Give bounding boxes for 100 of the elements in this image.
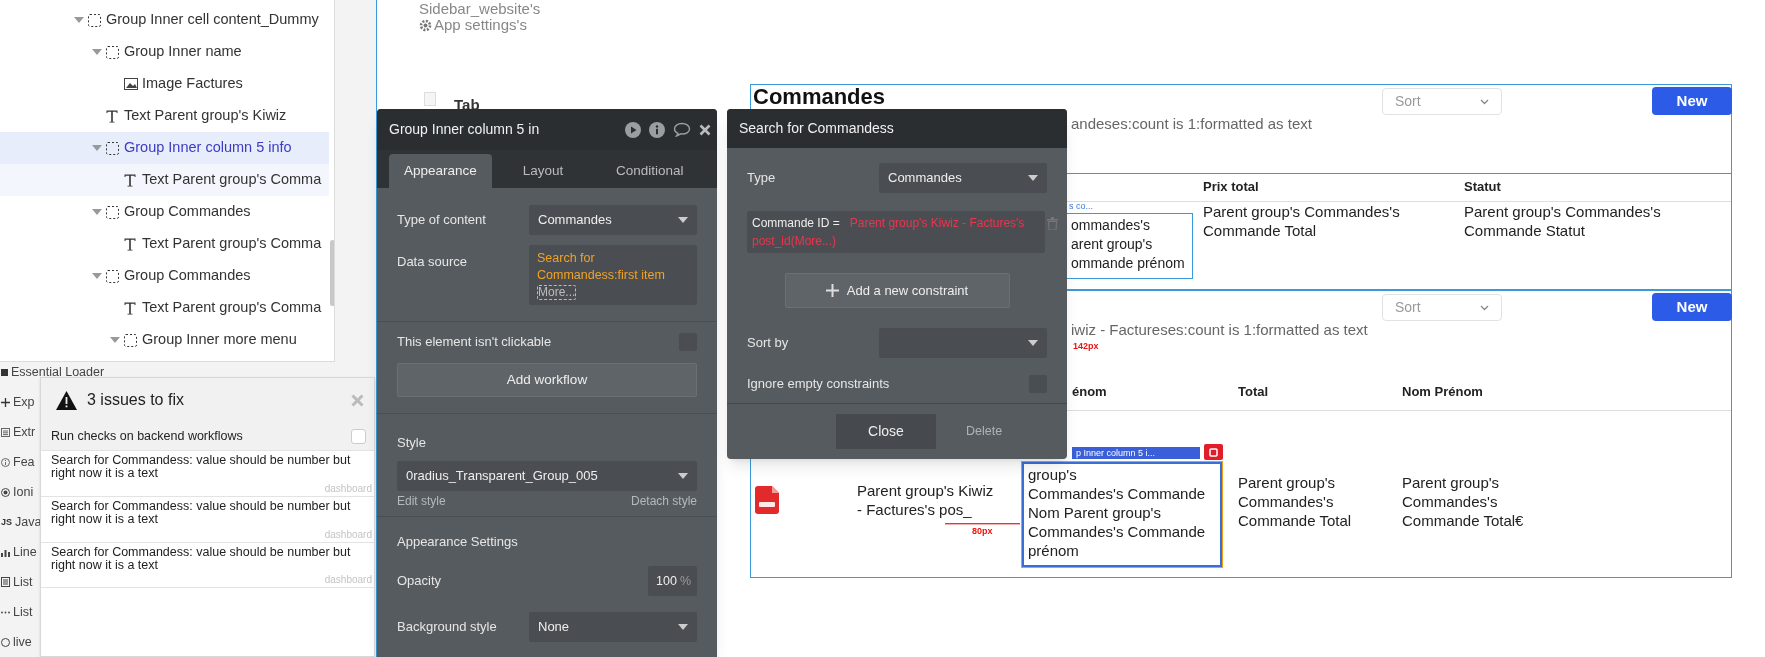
dots-icon	[1, 610, 10, 614]
tree-item[interactable]: Group Inner name	[0, 36, 329, 68]
dashed-square-icon	[106, 270, 119, 283]
comment-icon[interactable]	[673, 122, 691, 137]
warning-icon	[56, 390, 77, 410]
expression-field[interactable]: Search for Commandess:first item More...	[529, 245, 697, 305]
opacity-field[interactable]: 100 %	[648, 566, 697, 596]
plugin-item[interactable]: Ioni	[13, 485, 34, 499]
tree-item[interactable]: Text Parent group's Comma	[0, 228, 329, 260]
tree-item[interactable]: Group Inner cell content_Dummy	[0, 4, 329, 36]
panel-title: 3 issues to fix	[87, 390, 185, 410]
plugin-item[interactable]: List	[13, 605, 33, 619]
table-cell: Parent group's Kiwiz - Factures's pos_	[857, 481, 994, 519]
delete-icon[interactable]	[1204, 444, 1223, 460]
checkbox[interactable]	[424, 92, 436, 106]
bar-chart-icon	[1, 547, 10, 557]
js-icon: JS	[1, 517, 12, 527]
table-cell: Parent group's Commandes's Commande Total	[1238, 473, 1352, 530]
subtitle-text: iwiz - Factureses:count is 1:formatted as text	[1071, 320, 1368, 340]
measure-label: 80px	[972, 527, 993, 536]
section-label: Style	[397, 435, 426, 451]
detach-style-link[interactable]: Detach style	[630, 492, 697, 510]
constraint-field[interactable]: Commande ID = Parent group's Kiwiz - Factures's post_id(More...)	[747, 211, 1045, 253]
plugin-item[interactable]: Fea	[13, 455, 35, 469]
selection-tag: p Inner column 5 i...	[1072, 447, 1200, 459]
caret-down-icon	[678, 216, 688, 223]
column-header: Prix total	[1203, 178, 1259, 196]
text-icon	[124, 302, 136, 315]
edit-style-link[interactable]: Edit style	[397, 492, 446, 510]
sort-by-dropdown[interactable]	[879, 328, 1047, 358]
column-header: Total	[1238, 383, 1269, 401]
tab[interactable]: Conditional	[594, 154, 705, 188]
tree-item[interactable]: Text Parent group's Comma	[0, 164, 329, 196]
table-cell: Parent group's Commandes's Commande Total	[1203, 202, 1400, 240]
plugin-item[interactable]: Extr	[13, 425, 36, 439]
plugin-item[interactable]: Exp	[13, 395, 35, 409]
style-dropdown[interactable]: 0radius_Transparent_Group_005	[397, 461, 697, 491]
more-link[interactable]: More...	[537, 285, 577, 300]
section-label: Appearance Settings	[397, 534, 518, 550]
tree-item[interactable]: Group Commandes	[0, 260, 329, 292]
plus-icon	[825, 284, 839, 297]
page-label: dashboard	[324, 574, 372, 586]
field-label: Type of content	[397, 210, 486, 229]
plugin-item[interactable]: List	[13, 575, 33, 589]
info-icon	[1, 457, 10, 467]
dashed-square-icon	[106, 142, 119, 155]
canvas-text: App settings's	[434, 17, 527, 33]
chevron-down-icon	[1480, 304, 1489, 311]
field-label: Data source	[397, 253, 468, 271]
checkbox-label: This element isn't clickable	[397, 333, 552, 352]
plugin-item[interactable]: Essential Loader	[11, 365, 105, 379]
square-icon	[1, 368, 8, 376]
card-title: Commandes	[753, 85, 886, 108]
tab[interactable]: Layout	[491, 154, 595, 188]
add-constraint-button[interactable]: Add a new constraint	[784, 273, 1010, 308]
table-cell: Parent group's Commandes's Commande Statut	[1464, 202, 1661, 240]
page-label: dashboard	[324, 529, 372, 541]
dropdown[interactable]: None	[529, 612, 697, 642]
tree-item[interactable]: Group Inner more menu	[0, 324, 329, 356]
dashed-square-icon	[106, 46, 119, 59]
tab[interactable]: Appearance	[389, 154, 492, 188]
table-cell: group's Commandes's Commande Nom Parent group's Commandes's Commande prénom	[1022, 462, 1222, 567]
checkbox[interactable]	[351, 428, 366, 444]
dropdown[interactable]: Commandes	[879, 163, 1047, 193]
plugin-item[interactable]: Java	[15, 515, 42, 529]
column-header: Nom Prénom	[1402, 383, 1483, 401]
measure-label: 142px	[1073, 342, 1099, 351]
new-button[interactable]: New	[1652, 293, 1732, 321]
plugin-item[interactable]: live	[13, 635, 32, 649]
field-label: Sort by	[747, 334, 789, 353]
tree-item[interactable]: Group Inner column 5 info	[0, 132, 329, 164]
close-icon[interactable]	[699, 123, 711, 136]
pdf-icon	[755, 486, 779, 514]
tree-item[interactable]: Text Parent group's Kiwiz	[0, 100, 329, 132]
field-label: Type	[747, 169, 776, 188]
add-workflow-button[interactable]: Add workflow	[397, 363, 697, 397]
close-button[interactable]: Close	[836, 414, 936, 449]
info-icon[interactable]	[649, 121, 665, 138]
text-icon	[124, 238, 136, 251]
issue-message[interactable]: Search for Commandess: value should be number but right now it is a text	[51, 500, 364, 526]
trash-icon[interactable]	[1047, 217, 1058, 230]
checkbox-label: Run checks on backend workflows	[51, 427, 243, 445]
column-header: énom	[1072, 383, 1107, 401]
play-icon[interactable]	[625, 121, 641, 138]
gear-icon	[419, 18, 432, 32]
scrollbar[interactable]	[330, 240, 334, 306]
new-button[interactable]: New	[1652, 87, 1732, 115]
tree-item[interactable]: Group Commandes	[0, 196, 329, 228]
plugin-item[interactable]: Line	[13, 545, 37, 559]
column-header: Statut	[1464, 178, 1501, 196]
plus-icon	[1, 397, 10, 407]
tree-item[interactable]: Text Parent group's Comma	[0, 292, 329, 324]
issue-message[interactable]: Search for Commandess: value should be number but right now it is a text	[51, 546, 364, 572]
dashed-square-icon	[88, 14, 101, 27]
cut-label: s co...	[1069, 202, 1093, 211]
dashed-square-icon	[124, 334, 137, 347]
issue-message[interactable]: Search for Commandess: value should be number but right now it is a text	[51, 454, 364, 480]
text-icon	[106, 110, 118, 123]
tree-item[interactable]: Image Factures	[0, 68, 329, 100]
dropdown[interactable]: Commandes	[529, 204, 697, 235]
